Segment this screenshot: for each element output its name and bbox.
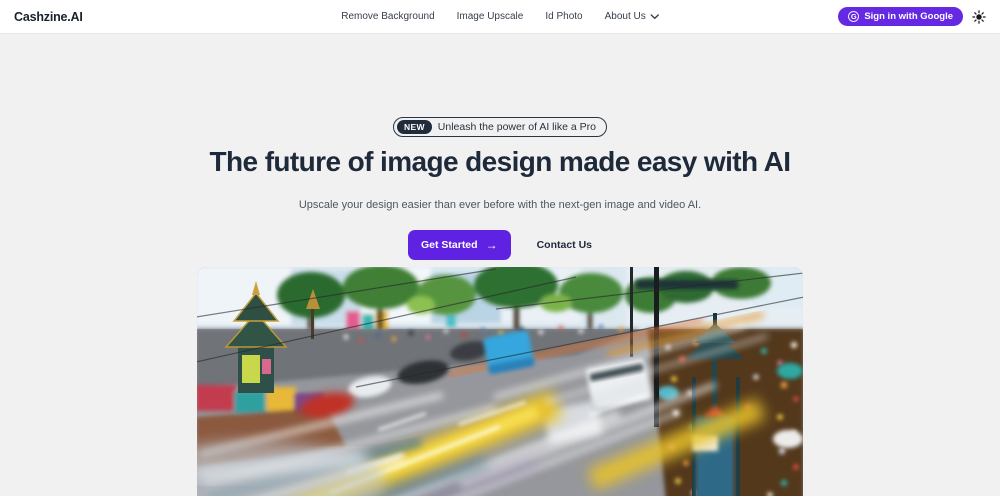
sun-icon[interactable]	[972, 10, 986, 24]
header-actions: G Sign in with Google	[838, 7, 986, 26]
sign-in-with-google-button[interactable]: G Sign in with Google	[838, 7, 963, 26]
main-nav: Remove Background Image Upscale Id Photo…	[341, 11, 659, 22]
nav-about-us[interactable]: About Us	[605, 11, 659, 22]
street-scene-illustration	[197, 267, 803, 496]
page-title: The future of image design made easy wit…	[0, 146, 1000, 178]
nav-label: About Us	[605, 11, 646, 22]
nav-image-upscale[interactable]: Image Upscale	[457, 11, 524, 22]
hero-subtitle: Upscale your design easier than ever bef…	[0, 199, 1000, 211]
logo[interactable]: Cashzine.AI	[14, 10, 83, 24]
chevron-down-icon	[650, 14, 659, 20]
nav-id-photo[interactable]: Id Photo	[545, 11, 582, 22]
arrow-right-icon: →	[486, 238, 498, 252]
top-navigation-bar: Cashzine.AI Remove Background Image Upsc…	[0, 0, 1000, 34]
new-feature-badge[interactable]: NEW Unleash the power of AI like a Pro	[393, 117, 607, 137]
badge-text: Unleash the power of AI like a Pro	[438, 121, 596, 133]
hero-image	[197, 267, 803, 496]
nav-label: Id Photo	[545, 11, 582, 22]
nav-label: Remove Background	[341, 11, 434, 22]
new-tag: NEW	[397, 120, 432, 134]
get-started-button[interactable]: Get Started →	[408, 230, 511, 260]
cta-row: Get Started → Contact Us	[0, 230, 1000, 260]
sign-in-label: Sign in with Google	[864, 11, 953, 22]
contact-us-button[interactable]: Contact Us	[537, 239, 592, 251]
get-started-label: Get Started	[421, 239, 478, 251]
hero-section: NEW Unleash the power of AI like a Pro T…	[0, 34, 1000, 496]
nav-remove-background[interactable]: Remove Background	[341, 11, 434, 22]
nav-label: Image Upscale	[457, 11, 524, 22]
google-icon: G	[848, 11, 859, 22]
